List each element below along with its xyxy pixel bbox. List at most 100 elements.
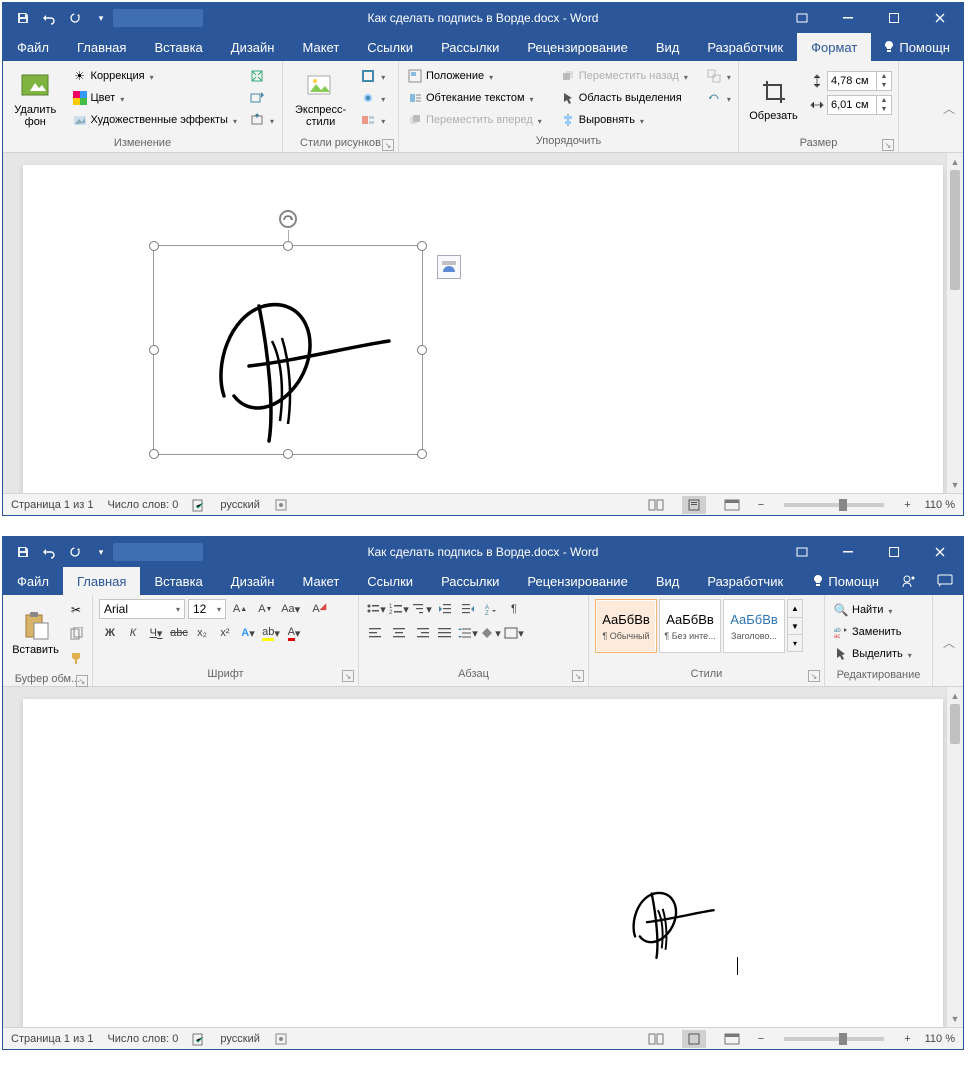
rotate-handle[interactable] <box>279 210 297 228</box>
style-nospacing[interactable]: АаБбВв¶ Без инте... <box>659 599 721 653</box>
layout-options-button[interactable] <box>437 255 461 279</box>
status-words[interactable]: Число слов: 0 <box>107 499 178 511</box>
subscript-button[interactable]: x₂ <box>191 623 213 643</box>
scroll-up-icon[interactable]: ▲ <box>947 153 963 170</box>
account-pill-2[interactable] <box>113 543 203 561</box>
scroll-thumb[interactable] <box>950 170 960 290</box>
signature-image-2[interactable] <box>601 865 731 965</box>
tab-mailings[interactable]: Рассылки <box>427 33 513 61</box>
launcher-clipboard[interactable]: ↘ <box>76 675 88 687</box>
minimize-icon[interactable] <box>825 3 871 33</box>
tab-developer[interactable]: Разработчик <box>693 33 797 61</box>
status-lang-2[interactable]: русский <box>220 1033 259 1045</box>
font-name-combo[interactable]: Arial▾ <box>99 599 185 619</box>
align-center-button[interactable] <box>388 623 410 643</box>
shrink-font-button[interactable]: A▼ <box>254 599 276 619</box>
picture-styles-button[interactable]: Экспресс- стили <box>289 65 352 133</box>
reset-picture-button[interactable] <box>247 109 276 131</box>
save-icon[interactable] <box>11 6 35 30</box>
view-read-icon-2[interactable] <box>644 1030 668 1048</box>
styles-down[interactable]: ▼ <box>788 617 802 634</box>
tab-view-2[interactable]: Вид <box>642 567 694 595</box>
height-up[interactable]: ▲ <box>877 72 891 81</box>
launcher-styles-h[interactable]: ↘ <box>808 670 820 682</box>
undo-icon[interactable] <box>37 6 61 30</box>
tell-me[interactable]: Помощн <box>871 40 962 55</box>
indent-button[interactable] <box>457 599 479 619</box>
copy-button[interactable] <box>66 623 86 645</box>
bring-forward-button[interactable]: Переместить вперед <box>405 109 544 131</box>
tab-format[interactable]: Формат <box>797 33 871 61</box>
collapse-ribbon-icon[interactable]: ︿ <box>941 100 957 116</box>
align-left-button[interactable] <box>365 623 387 643</box>
sort-button[interactable]: AZ <box>480 599 502 619</box>
change-case-button[interactable]: Aa▾ <box>280 599 302 619</box>
color-button[interactable]: Цвет <box>70 87 239 109</box>
tab-references[interactable]: Ссылки <box>353 33 427 61</box>
view-print-icon-2[interactable] <box>682 1030 706 1048</box>
save-icon-2[interactable] <box>11 540 35 564</box>
align-right-button[interactable] <box>411 623 433 643</box>
styles-up[interactable]: ▲ <box>788 600 802 617</box>
bullets-button[interactable]: ▾ <box>365 599 387 619</box>
send-backward-button[interactable]: Переместить назад <box>558 65 690 87</box>
undo-icon-2[interactable] <box>37 540 61 564</box>
tab-insert-2[interactable]: Вставка <box>140 567 216 595</box>
page-2[interactable] <box>23 699 943 1027</box>
underline-button[interactable]: Ч▾ <box>145 623 167 643</box>
redo-icon-2[interactable] <box>63 540 87 564</box>
vertical-scrollbar-2[interactable]: ▲ ▼ <box>946 687 963 1027</box>
wrap-text-button[interactable]: Обтекание текстом <box>405 87 544 109</box>
font-color-button[interactable]: A▾ <box>283 623 305 643</box>
status-proof-icon-2[interactable] <box>192 1032 206 1046</box>
styles-more[interactable]: ▾ <box>788 634 802 651</box>
maximize-icon-2[interactable] <box>871 537 917 567</box>
art-effects-button[interactable]: Художественные эффекты <box>70 109 239 131</box>
status-lang[interactable]: русский <box>220 499 259 511</box>
tab-file-2[interactable]: Файл <box>3 567 63 595</box>
group-button[interactable] <box>704 65 733 87</box>
zoom-level[interactable]: 110 % <box>925 499 955 511</box>
compress-button[interactable] <box>247 65 276 87</box>
status-words-2[interactable]: Число слов: 0 <box>107 1033 178 1045</box>
justify-button[interactable] <box>434 623 456 643</box>
zoom-thumb[interactable] <box>839 499 847 511</box>
scroll-down-icon-2[interactable]: ▼ <box>947 1010 963 1027</box>
share-icon-2[interactable] <box>891 573 927 589</box>
scroll-up-icon-2[interactable]: ▲ <box>947 687 963 704</box>
find-button[interactable]: 🔍Найти <box>831 599 914 621</box>
ribbon-display-icon[interactable] <box>779 3 825 33</box>
outdent-button[interactable] <box>434 599 456 619</box>
collapse-ribbon-icon-2[interactable]: ︿ <box>941 634 957 650</box>
signature-image[interactable] <box>154 246 424 456</box>
format-painter-button[interactable] <box>66 647 86 669</box>
width-down[interactable]: ▼ <box>877 105 891 114</box>
launcher-para[interactable]: ↘ <box>572 670 584 682</box>
close-icon-2[interactable] <box>917 537 963 567</box>
minimize-icon-2[interactable] <box>825 537 871 567</box>
show-marks-button[interactable]: ¶ <box>503 599 525 619</box>
zoom-out-icon-2[interactable]: − <box>758 1033 764 1045</box>
vertical-scrollbar[interactable]: ▲ ▼ <box>946 153 963 493</box>
view-read-icon[interactable] <box>644 496 668 514</box>
tab-design[interactable]: Дизайн <box>217 33 289 61</box>
cut-button[interactable]: ✂ <box>66 599 86 621</box>
pic-layout-button[interactable] <box>358 109 387 131</box>
pic-effects-button[interactable] <box>358 87 387 109</box>
launcher-size[interactable]: ↘ <box>882 139 894 151</box>
corrections-button[interactable]: ☀Коррекция <box>70 65 239 87</box>
view-print-icon[interactable] <box>682 496 706 514</box>
scroll-thumb-2[interactable] <box>950 704 960 744</box>
tell-me-2[interactable]: Помощн <box>800 574 891 589</box>
zoom-in-icon[interactable]: + <box>904 499 910 511</box>
tab-view[interactable]: Вид <box>642 33 694 61</box>
grow-font-button[interactable]: A▲ <box>229 599 251 619</box>
tab-mailings-2[interactable]: Рассылки <box>427 567 513 595</box>
share-icon[interactable] <box>962 39 968 55</box>
page[interactable] <box>23 165 943 493</box>
pic-border-button[interactable] <box>358 65 387 87</box>
height-down[interactable]: ▼ <box>877 81 891 90</box>
multilevel-button[interactable]: ▾ <box>411 599 433 619</box>
rotate-button[interactable] <box>704 87 733 109</box>
selection-pane-button[interactable]: Область выделения <box>558 87 690 109</box>
